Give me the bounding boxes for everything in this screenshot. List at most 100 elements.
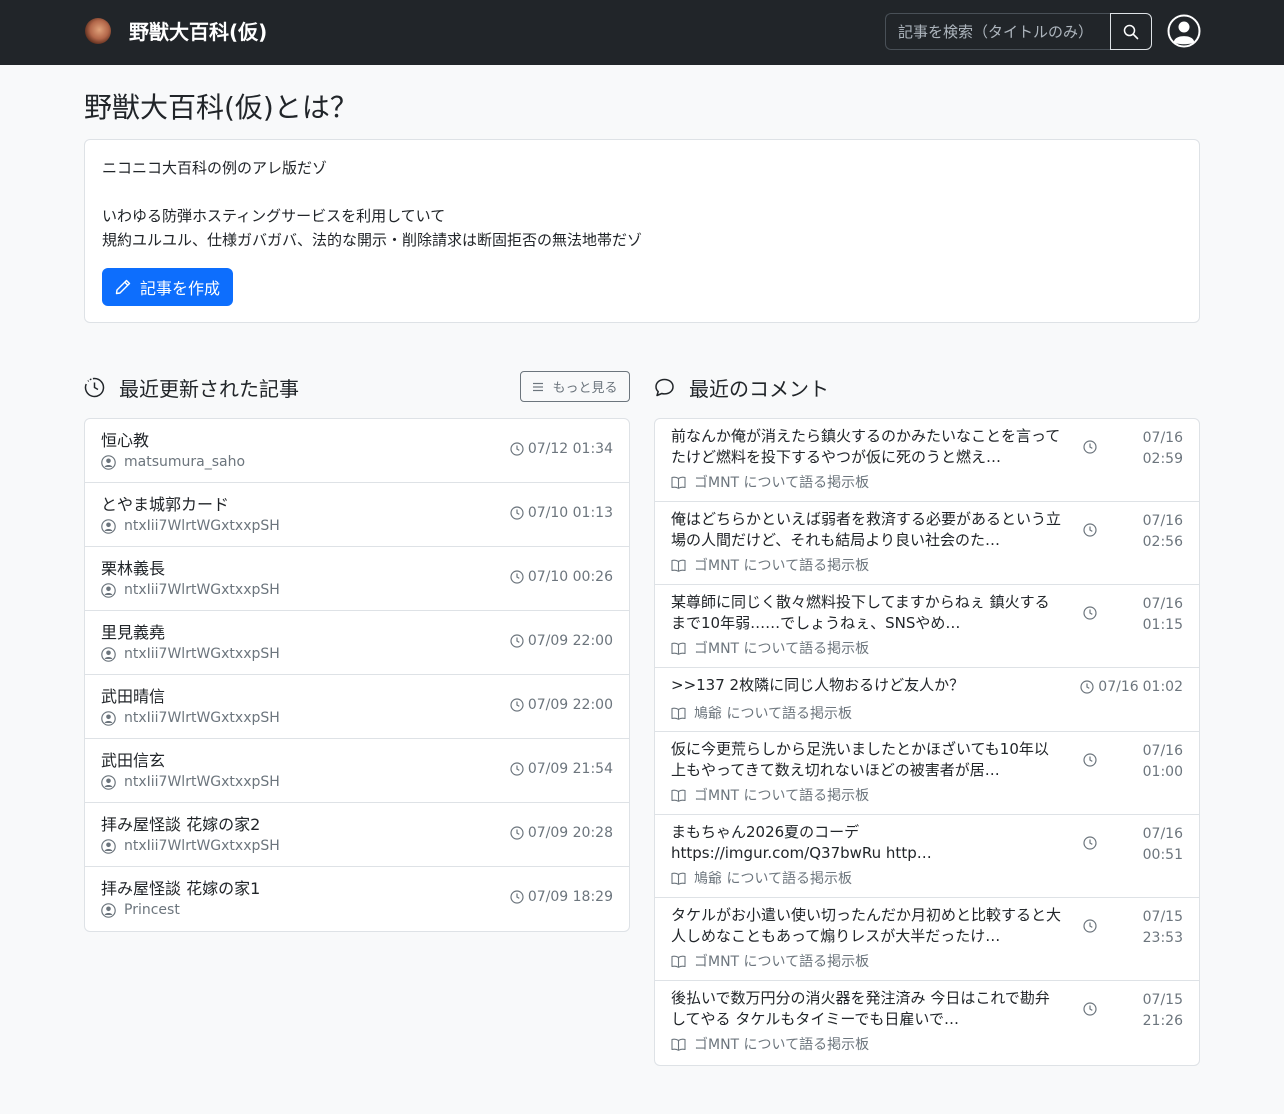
comment-list-item[interactable]: まもちゃん2026夏のコーデ https://imgur.com/Q37bwRu… xyxy=(655,815,1199,898)
comment-board-link[interactable]: ゴMNT について語る掲示板 xyxy=(671,1034,869,1054)
article-updated-time: 07/09 22:00 xyxy=(510,697,613,713)
comment-board-link[interactable]: 鳩爺 について語る掲示板 xyxy=(671,868,852,888)
clock-icon xyxy=(510,890,524,904)
comment-list-item[interactable]: 前なんか俺が消えたら鎮火するのかみたいなことを言ってたけど燃料を投下するやつが仮… xyxy=(655,419,1199,502)
book-icon xyxy=(671,559,686,572)
clock-icon xyxy=(1083,836,1097,850)
article-list-item[interactable]: 武田晴信 ntxIii7WlrtWGxtxxpSH 07/09 22:00 xyxy=(85,675,629,739)
comment-time: 23:53 xyxy=(1142,930,1183,946)
article-title[interactable]: とやま城郭カード xyxy=(101,491,229,515)
article-author-name: ntxIii7WlrtWGxtxxpSH xyxy=(124,774,280,790)
person-circle-icon xyxy=(101,518,116,534)
person-circle-icon xyxy=(101,902,116,918)
recent-articles-heading: 最近更新された記事 xyxy=(84,373,299,402)
brand-logo-icon[interactable] xyxy=(85,18,111,44)
article-author-name: ntxIii7WlrtWGxtxxpSH xyxy=(124,646,280,662)
article-author: ntxIii7WlrtWGxtxxpSH xyxy=(101,582,280,598)
search-icon xyxy=(1123,24,1139,40)
article-title[interactable]: 恒心教 xyxy=(101,427,149,451)
book-icon xyxy=(671,955,686,968)
create-article-button[interactable]: 記事を作成 xyxy=(102,268,233,306)
article-title[interactable]: 武田信玄 xyxy=(101,747,165,771)
clock-icon xyxy=(510,442,524,456)
article-updated-time: 07/09 21:54 xyxy=(510,761,613,777)
list-icon xyxy=(532,382,544,392)
user-menu-button[interactable] xyxy=(1167,14,1201,48)
clock-icon xyxy=(510,762,524,776)
comment-board-link[interactable]: 鳩爺 について語る掲示板 xyxy=(671,703,852,723)
comment-list-item[interactable]: タケルがお小遣い使い切ったんだか月初めと比較すると大人しめなこともあって煽りレス… xyxy=(655,898,1199,981)
book-icon xyxy=(671,707,686,720)
article-updated-time: 07/09 22:00 xyxy=(510,633,613,649)
comment-text[interactable]: 某尊師に同じく散々燃料投下してますからねぇ 鎮火するまで10年弱……でしょうねぇ… xyxy=(671,592,1063,634)
article-author: Princest xyxy=(101,902,180,918)
recent-comments-heading: 最近のコメント xyxy=(654,373,829,402)
article-updated-time: 07/10 00:26 xyxy=(510,569,613,585)
article-list-item[interactable]: とやま城郭カード ntxIii7WlrtWGxtxxpSH 07/10 01:13 xyxy=(85,483,629,547)
intro-text-line: 規約ユルユル、仕様ガバガバ、法的な開示・削除請求は断固拒否の無法地帯だゾ xyxy=(102,231,643,249)
comment-text[interactable]: 俺はどちらかといえば弱者を救済する必要があるという立場の人間だけど、それも結局よ… xyxy=(671,509,1063,551)
article-title[interactable]: 拝み屋怪談 花嫁の家2 xyxy=(101,811,260,835)
comment-time: 02:59 xyxy=(1142,451,1183,467)
article-title[interactable]: 栗林義長 xyxy=(101,555,165,579)
article-list-item[interactable]: 武田信玄 ntxIii7WlrtWGxtxxpSH 07/09 21:54 xyxy=(85,739,629,803)
comment-timestamp: 07/16 01:15 xyxy=(1143,594,1183,636)
clock-icon xyxy=(510,698,524,712)
comment-board-link[interactable]: ゴMNT について語る掲示板 xyxy=(671,555,869,575)
clock-icon xyxy=(510,634,524,648)
clock-icon xyxy=(1083,440,1097,454)
article-title[interactable]: 武田晴信 xyxy=(101,683,165,707)
comment-text[interactable]: >>137 2枚隣に同じ人物おるけど友人か？ xyxy=(671,675,1063,696)
article-title[interactable]: 里見義堯 xyxy=(101,619,165,643)
comment-timestamp: 07/16 01:00 xyxy=(1143,741,1183,783)
comment-list-item[interactable]: 某尊師に同じく散々燃料投下してますからねぇ 鎮火するまで10年弱……でしょうねぇ… xyxy=(655,585,1199,668)
comment-text[interactable]: 仮に今更荒らしから足洗いましたとかほざいても10年以上もやってきて数え切れないほ… xyxy=(671,739,1063,781)
search-input[interactable] xyxy=(885,13,1111,50)
article-time-text: 07/09 20:28 xyxy=(527,825,613,841)
article-list-item[interactable]: 拝み屋怪談 花嫁の家1 Princest 07/09 18:29 xyxy=(85,867,629,931)
comment-list-item[interactable]: 後払いで数万円分の消火器を発注済み 今日はこれで勘弁してやる タケルもタイミーで… xyxy=(655,981,1199,1064)
intro-text-line: いわゆる防弾ホスティングサービスを利用していて xyxy=(102,207,446,225)
comment-board-name: ゴMNT について語る掲示板 xyxy=(694,558,870,574)
comment-date: 07/16 xyxy=(1098,679,1139,695)
article-list-item[interactable]: 恒心教 matsumura_saho 07/12 01:34 xyxy=(85,419,629,483)
article-author: ntxIii7WlrtWGxtxxpSH xyxy=(101,518,280,534)
comment-timestamp: 07/15 23:53 xyxy=(1143,907,1183,949)
article-time-text: 07/12 01:34 xyxy=(527,441,613,457)
comment-list-item[interactable]: 仮に今更荒らしから足洗いましたとかほざいても10年以上もやってきて数え切れないほ… xyxy=(655,732,1199,815)
comment-date: 07/16 xyxy=(1142,513,1183,529)
comment-date: 07/15 xyxy=(1142,992,1183,1008)
article-time-text: 07/10 00:26 xyxy=(527,569,613,585)
article-title[interactable]: 拝み屋怪談 花嫁の家1 xyxy=(101,875,260,899)
comment-text[interactable]: まもちゃん2026夏のコーデ https://imgur.com/Q37bwRu… xyxy=(671,822,1063,864)
comment-board-link[interactable]: ゴMNT について語る掲示板 xyxy=(671,638,869,658)
comment-board-name: 鳩爺 について語る掲示板 xyxy=(694,871,853,887)
clock-icon xyxy=(510,570,524,584)
comment-board-link[interactable]: ゴMNT について語る掲示板 xyxy=(671,472,869,492)
search-button[interactable] xyxy=(1110,13,1152,50)
comment-list-item[interactable]: >>137 2枚隣に同じ人物おるけど友人か？ 鳩爺 について語る掲示板 07/16 0… xyxy=(655,668,1199,732)
comment-list-item[interactable]: 俺はどちらかといえば弱者を救済する必要があるという立場の人間だけど、それも結局よ… xyxy=(655,502,1199,585)
comment-board-link[interactable]: ゴMNT について語る掲示板 xyxy=(671,785,869,805)
book-icon xyxy=(671,476,686,489)
comment-text[interactable]: 前なんか俺が消えたら鎮火するのかみたいなことを言ってたけど燃料を投下するやつが仮… xyxy=(671,426,1063,468)
article-updated-time: 07/10 01:13 xyxy=(510,505,613,521)
clock-icon xyxy=(1083,919,1097,933)
article-list-item[interactable]: 里見義堯 ntxIii7WlrtWGxtxxpSH 07/09 22:00 xyxy=(85,611,629,675)
comment-timestamp: 07/16 01:02 xyxy=(1080,679,1183,695)
article-list-item[interactable]: 拝み屋怪談 花嫁の家2 ntxIii7WlrtWGxtxxpSH 07/09 20:… xyxy=(85,803,629,867)
article-time-text: 07/09 22:00 xyxy=(527,633,613,649)
comment-text[interactable]: 後払いで数万円分の消火器を発注済み 今日はこれで勘弁してやる タケルもタイミーで… xyxy=(671,988,1063,1030)
comment-timestamp: 07/16 02:59 xyxy=(1143,428,1183,470)
article-list-item[interactable]: 栗林義長 ntxIii7WlrtWGxtxxpSH 07/10 00:26 xyxy=(85,547,629,611)
brand-title[interactable]: 野獣大百科(仮) xyxy=(129,16,267,45)
intro-text-line: ニコニコ大百科の例のアレ版だゾ xyxy=(102,159,328,177)
comment-board-link[interactable]: ゴMNT について語る掲示板 xyxy=(671,951,869,971)
comment-board-name: ゴMNT について語る掲示板 xyxy=(694,954,870,970)
comment-time: 02:56 xyxy=(1142,534,1183,550)
comment-time: 01:00 xyxy=(1142,764,1183,780)
book-icon xyxy=(671,789,686,802)
comment-date: 07/16 xyxy=(1142,596,1183,612)
more-articles-button[interactable]: もっと見る xyxy=(520,371,630,402)
comment-text[interactable]: タケルがお小遣い使い切ったんだか月初めと比較すると大人しめなこともあって煽りレス… xyxy=(671,905,1063,947)
